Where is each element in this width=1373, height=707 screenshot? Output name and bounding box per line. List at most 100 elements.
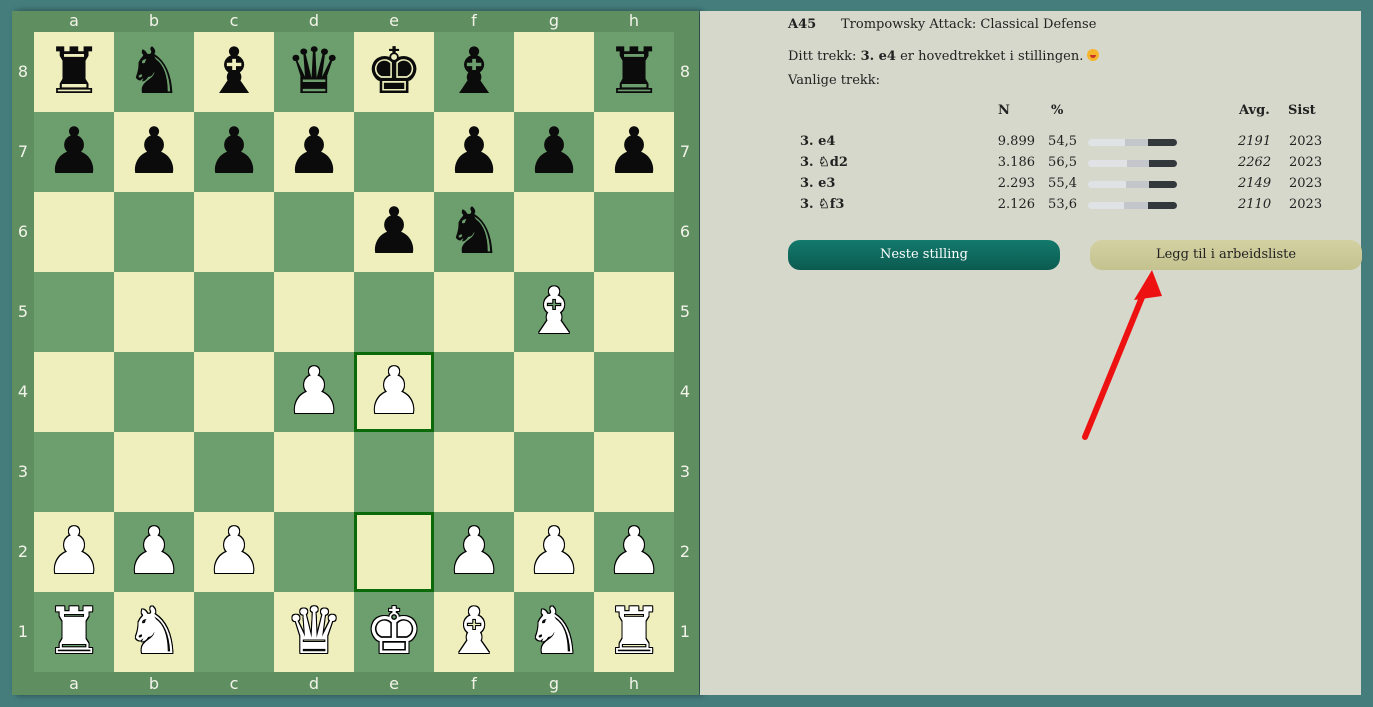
square-b6[interactable] bbox=[114, 192, 194, 272]
square-e6[interactable]: ♟ bbox=[354, 192, 434, 272]
square-g1[interactable]: ♞ bbox=[514, 592, 594, 672]
square-b3[interactable] bbox=[114, 432, 194, 512]
move-row[interactable]: 3. e3 2.293 55,4 2149 2023 bbox=[700, 176, 1361, 196]
square-b4[interactable] bbox=[114, 352, 194, 432]
square-g7[interactable]: ♟ bbox=[514, 112, 594, 192]
square-g3[interactable] bbox=[514, 432, 594, 512]
square-g4[interactable] bbox=[514, 352, 594, 432]
white-king-icon[interactable]: ♚ bbox=[365, 600, 422, 664]
black-pawn-icon[interactable]: ♟ bbox=[525, 120, 582, 184]
square-a2[interactable]: ♟ bbox=[34, 512, 114, 592]
white-pawn-icon[interactable]: ♟ bbox=[285, 360, 342, 424]
next-position-button[interactable]: Neste stilling bbox=[788, 240, 1060, 270]
square-c1[interactable] bbox=[194, 592, 274, 672]
white-pawn-icon[interactable]: ♟ bbox=[125, 520, 182, 584]
black-queen-icon[interactable]: ♛ bbox=[285, 40, 342, 104]
square-d2[interactable] bbox=[274, 512, 354, 592]
black-bishop-icon[interactable]: ♝ bbox=[445, 40, 502, 104]
square-b8[interactable]: ♞ bbox=[114, 32, 194, 112]
square-e5[interactable] bbox=[354, 272, 434, 352]
black-pawn-icon[interactable]: ♟ bbox=[445, 120, 502, 184]
black-pawn-icon[interactable]: ♟ bbox=[125, 120, 182, 184]
square-h8[interactable]: ♜ bbox=[594, 32, 674, 112]
square-b7[interactable]: ♟ bbox=[114, 112, 194, 192]
square-b5[interactable] bbox=[114, 272, 194, 352]
square-d8[interactable]: ♛ bbox=[274, 32, 354, 112]
square-f1[interactable]: ♝ bbox=[434, 592, 514, 672]
square-c7[interactable]: ♟ bbox=[194, 112, 274, 192]
square-d6[interactable] bbox=[274, 192, 354, 272]
square-f6[interactable]: ♞ bbox=[434, 192, 514, 272]
square-b1[interactable]: ♞ bbox=[114, 592, 194, 672]
square-a1[interactable]: ♜ bbox=[34, 592, 114, 672]
square-g5[interactable]: ♝ bbox=[514, 272, 594, 352]
square-d1[interactable]: ♛ bbox=[274, 592, 354, 672]
black-pawn-icon[interactable]: ♟ bbox=[285, 120, 342, 184]
square-d4[interactable]: ♟ bbox=[274, 352, 354, 432]
square-a5[interactable] bbox=[34, 272, 114, 352]
square-h3[interactable] bbox=[594, 432, 674, 512]
square-c2[interactable]: ♟ bbox=[194, 512, 274, 592]
black-pawn-icon[interactable]: ♟ bbox=[365, 200, 422, 264]
move-row[interactable]: 3. ♘d2 3.186 56,5 2262 2023 bbox=[700, 155, 1361, 175]
square-c5[interactable] bbox=[194, 272, 274, 352]
white-pawn-icon[interactable]: ♟ bbox=[45, 520, 102, 584]
white-pawn-icon[interactable]: ♟ bbox=[525, 520, 582, 584]
square-g2[interactable]: ♟ bbox=[514, 512, 594, 592]
move-row[interactable]: 3. e4 9.899 54,5 2191 2023 bbox=[700, 134, 1361, 154]
white-pawn-icon[interactable]: ♟ bbox=[205, 520, 262, 584]
white-bishop-icon[interactable]: ♝ bbox=[445, 600, 502, 664]
white-knight-icon[interactable]: ♞ bbox=[525, 600, 582, 664]
square-f7[interactable]: ♟ bbox=[434, 112, 514, 192]
white-rook-icon[interactable]: ♜ bbox=[605, 600, 662, 664]
move-row[interactable]: 3. ♘f3 2.126 53,6 2110 2023 bbox=[700, 197, 1361, 217]
white-pawn-icon[interactable]: ♟ bbox=[605, 520, 662, 584]
white-queen-icon[interactable]: ♛ bbox=[285, 600, 342, 664]
square-h6[interactable] bbox=[594, 192, 674, 272]
white-bishop-icon[interactable]: ♝ bbox=[525, 280, 582, 344]
square-f5[interactable] bbox=[434, 272, 514, 352]
square-a7[interactable]: ♟ bbox=[34, 112, 114, 192]
white-pawn-icon[interactable]: ♟ bbox=[365, 360, 422, 424]
square-f4[interactable] bbox=[434, 352, 514, 432]
square-a8[interactable]: ♜ bbox=[34, 32, 114, 112]
square-d3[interactable] bbox=[274, 432, 354, 512]
black-knight-icon[interactable]: ♞ bbox=[445, 200, 502, 264]
black-rook-icon[interactable]: ♜ bbox=[605, 40, 662, 104]
square-c8[interactable]: ♝ bbox=[194, 32, 274, 112]
black-pawn-icon[interactable]: ♟ bbox=[45, 120, 102, 184]
square-e1[interactable]: ♚ bbox=[354, 592, 434, 672]
square-f2[interactable]: ♟ bbox=[434, 512, 514, 592]
square-a6[interactable] bbox=[34, 192, 114, 272]
square-d5[interactable] bbox=[274, 272, 354, 352]
square-a3[interactable] bbox=[34, 432, 114, 512]
square-h7[interactable]: ♟ bbox=[594, 112, 674, 192]
black-knight-icon[interactable]: ♞ bbox=[125, 40, 182, 104]
square-e3[interactable] bbox=[354, 432, 434, 512]
chess-board[interactable]: ♜ ♞ ♝ ♛ ♚ ♝ ♜ ♟ ♟ ♟ ♟ ♟ ♟ ♟ ♟ ♞ ♝ ♟ ♟ ♟ ♟ ♟ ♟ ♟ ♟ ♜ ♞ ♛ ♚ ♝ ♞ ♜ bbox=[34, 32, 674, 672]
square-h1[interactable]: ♜ bbox=[594, 592, 674, 672]
black-rook-icon[interactable]: ♜ bbox=[45, 40, 102, 104]
black-pawn-icon[interactable]: ♟ bbox=[605, 120, 662, 184]
white-rook-icon[interactable]: ♜ bbox=[45, 600, 102, 664]
square-b2[interactable]: ♟ bbox=[114, 512, 194, 592]
square-f8[interactable]: ♝ bbox=[434, 32, 514, 112]
white-pawn-icon[interactable]: ♟ bbox=[445, 520, 502, 584]
square-c3[interactable] bbox=[194, 432, 274, 512]
square-e7[interactable] bbox=[354, 112, 434, 192]
black-king-icon[interactable]: ♚ bbox=[365, 40, 422, 104]
square-c4[interactable] bbox=[194, 352, 274, 432]
square-e4[interactable]: ♟ bbox=[354, 352, 434, 432]
square-c6[interactable] bbox=[194, 192, 274, 272]
square-e2[interactable] bbox=[354, 512, 434, 592]
white-knight-icon[interactable]: ♞ bbox=[125, 600, 182, 664]
square-h4[interactable] bbox=[594, 352, 674, 432]
square-e8[interactable]: ♚ bbox=[354, 32, 434, 112]
square-f3[interactable] bbox=[434, 432, 514, 512]
square-h2[interactable]: ♟ bbox=[594, 512, 674, 592]
square-g8[interactable] bbox=[514, 32, 594, 112]
black-pawn-icon[interactable]: ♟ bbox=[205, 120, 262, 184]
square-a4[interactable] bbox=[34, 352, 114, 432]
square-g6[interactable] bbox=[514, 192, 594, 272]
square-d7[interactable]: ♟ bbox=[274, 112, 354, 192]
